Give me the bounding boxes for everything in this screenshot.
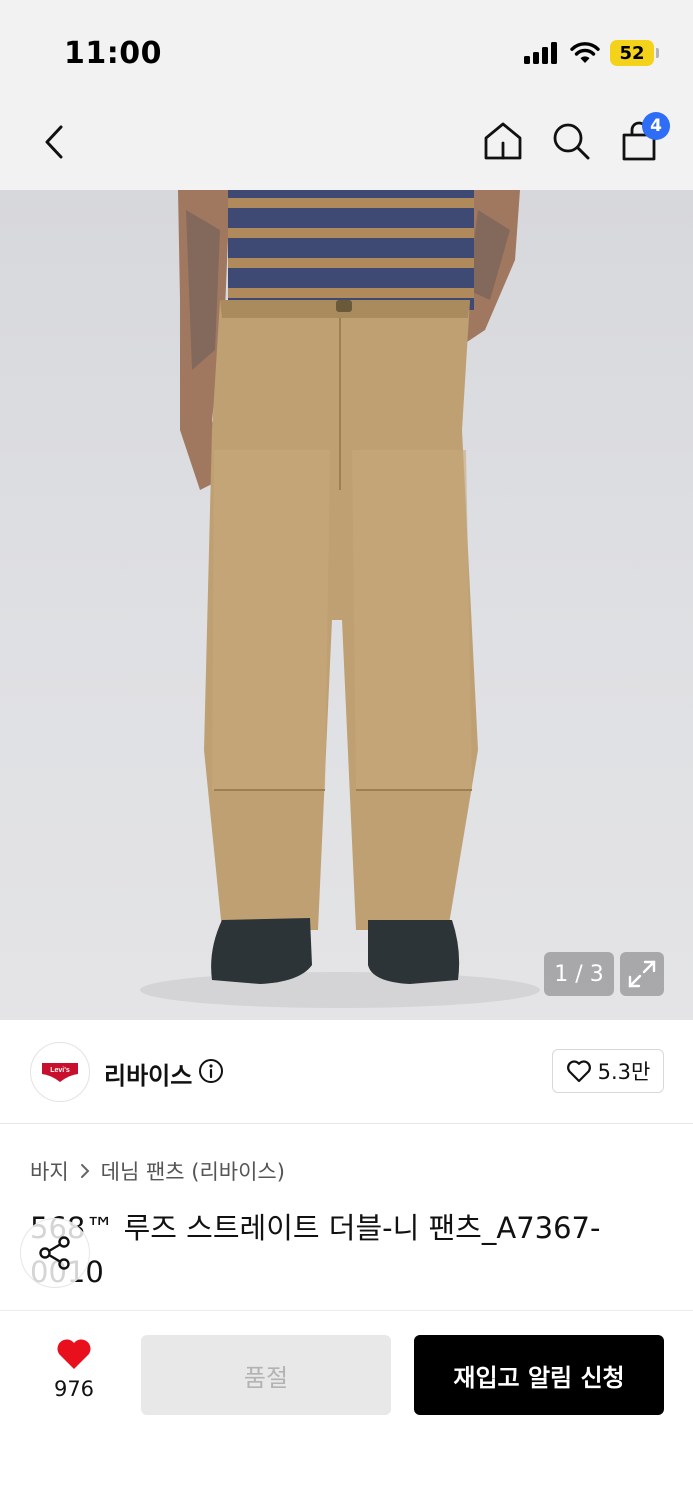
restock-alert-button[interactable]: 재입고 알림 신청 [414, 1335, 664, 1415]
breadcrumb: 바지 데님 팬츠 (리바이스) [30, 1156, 285, 1186]
info-icon[interactable] [198, 1058, 224, 1084]
signal-icon [524, 42, 557, 64]
brand-like-button[interactable]: 5.3만 [552, 1049, 664, 1093]
product-title: 568™ 루즈 스트레이트 더블-니 팬츠_A7367-0010 [30, 1211, 601, 1289]
share-icon [39, 1236, 70, 1270]
breadcrumb-item-pants[interactable]: 바지 [30, 1156, 69, 1186]
status-bar: 11:00 52 [0, 0, 693, 100]
battery-level: 52 [610, 40, 654, 66]
search-icon [553, 123, 590, 160]
status-icons: 52 [524, 40, 659, 66]
search-button[interactable] [548, 118, 594, 164]
status-time: 11:00 [64, 36, 162, 71]
wish-count: 976 [53, 1377, 95, 1401]
battery-cap [656, 48, 659, 58]
nav-header: 4 [0, 100, 693, 190]
brand-row: Levi's 리바이스 5.3만 [0, 1020, 693, 1124]
cart-badge: 4 [642, 112, 670, 140]
image-counter: 1 / 3 [544, 952, 614, 996]
battery-icon: 52 [610, 40, 659, 66]
product-image[interactable]: 1 / 3 [0, 190, 693, 1020]
home-icon [484, 122, 522, 160]
bottom-action-bar: 976 품절 재입고 알림 신청 [0, 1310, 693, 1500]
home-button[interactable] [480, 118, 526, 164]
heart-filled-icon [57, 1339, 91, 1369]
breadcrumb-item-denim[interactable]: 데님 팬츠 (리바이스) [101, 1156, 285, 1186]
expand-button[interactable] [620, 952, 664, 996]
soldout-button: 품절 [141, 1335, 391, 1415]
back-button[interactable] [34, 120, 74, 164]
product-photo [140, 190, 540, 1008]
wifi-icon [570, 42, 600, 63]
heart-outline-icon [566, 1060, 591, 1083]
brand-name[interactable]: 리바이스 [104, 1056, 192, 1091]
svg-text:Levi's: Levi's [50, 1067, 70, 1074]
chevron-right-icon [80, 1164, 90, 1178]
wish-button[interactable]: 976 [30, 1337, 118, 1401]
levis-logo: Levi's [42, 1063, 78, 1082]
expand-icon [628, 960, 656, 988]
brand-like-count: 5.3만 [597, 1060, 651, 1084]
share-button[interactable] [20, 1218, 90, 1288]
back-icon [45, 125, 63, 159]
cart-button[interactable]: 4 [616, 112, 670, 164]
brand-logo[interactable]: Levi's [30, 1042, 90, 1102]
